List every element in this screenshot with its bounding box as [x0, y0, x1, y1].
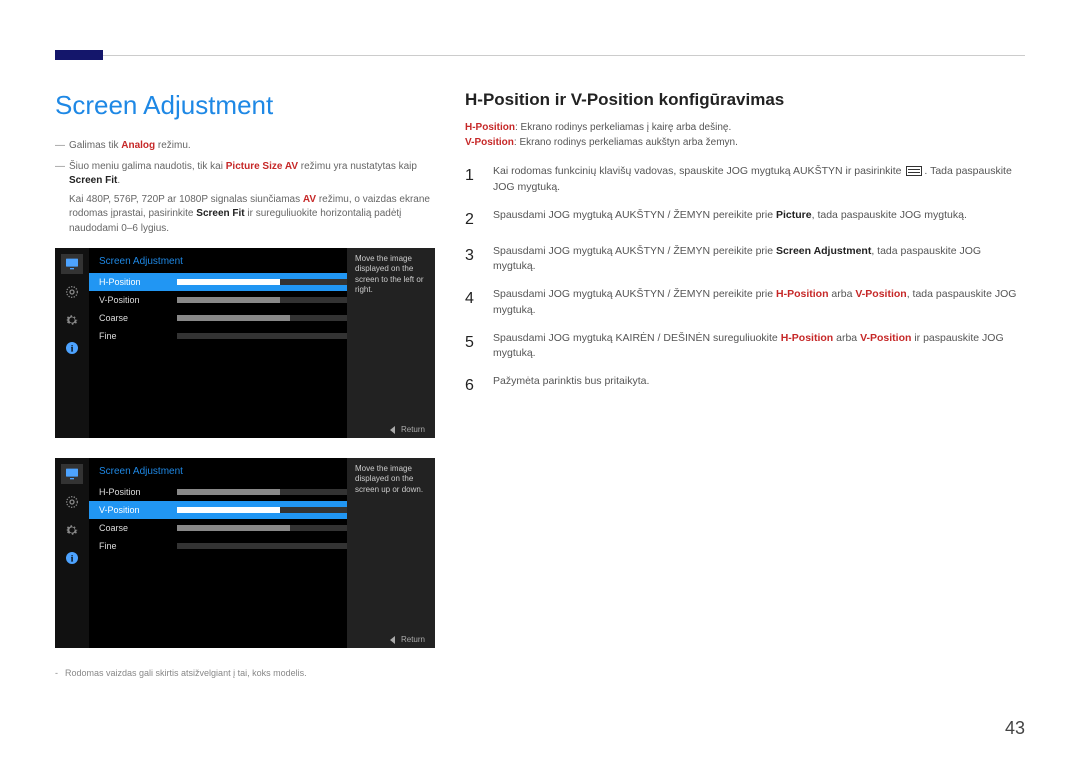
step-number: 3: [465, 244, 479, 276]
osd-row-label: H-Position: [99, 277, 169, 287]
page-number: 43: [1005, 718, 1025, 739]
return-label: Return: [401, 425, 425, 434]
step-5: 5 Spausdami JOG mygtuką KAIRĖN / DEŠINĖN …: [465, 331, 1025, 363]
step-6: 6 Pažymėta parinktis bus pritaikyta.: [465, 374, 1025, 398]
section-subtitle: H-Position ir V-Position konfigūravimas: [465, 90, 1025, 110]
osd-row-label: Fine: [99, 331, 169, 341]
text: Šiuo meniu galima naudotis, tik kai: [69, 161, 226, 172]
text: Kai 480P, 576P, 720P ar 1080P signalas s…: [69, 194, 303, 205]
av-label: AV: [303, 194, 316, 205]
picture-size-av-label: Picture Size AV: [226, 161, 298, 172]
steps-list: 1 Kai rodomas funkcinių klavišų vadovas, …: [465, 164, 1025, 398]
analog-label: Analog: [121, 140, 155, 151]
footnote: Rodomas vaizdas gali skirtis atsižvelgia…: [55, 668, 435, 678]
step-3: 3 Spausdami JOG mygtuką AUKŠTYN / ŽEMYN p…: [465, 244, 1025, 276]
page-title: Screen Adjustment: [55, 90, 435, 121]
vposition-term: V-Position: [465, 137, 514, 148]
monitor-icon: [61, 464, 83, 484]
monitor-icon: [61, 254, 83, 274]
hposition-term: H-Position: [465, 122, 515, 133]
step-number: 5: [465, 331, 479, 363]
osd-sidebar: i: [55, 248, 89, 438]
osd-footer: Return: [390, 421, 425, 438]
step-text: Spausdami JOG mygtuką AUKŠTYN / ŽEMYN pe…: [493, 244, 1025, 276]
right-column: H-Position ir V-Position konfigūravimas …: [465, 90, 1025, 678]
step-number: 2: [465, 208, 479, 232]
text: režimu yra nustatytas kaip: [298, 161, 417, 172]
svg-text:i: i: [71, 554, 74, 564]
gear-icon: [61, 310, 83, 330]
osd-row-label: Fine: [99, 541, 169, 551]
dot-circle-icon: [61, 282, 83, 302]
text: : Ekrano rodinys perkeliamas į kairę arb…: [515, 122, 731, 133]
triangle-left-icon: [390, 426, 395, 434]
note-analog: Galimas tik Analog režimu.: [55, 139, 435, 154]
text: : Ekrano rodinys perkeliamas aukštyn arb…: [514, 137, 738, 148]
return-label: Return: [401, 635, 425, 644]
step-2: 2 Spausdami JOG mygtuką AUKŠTYN / ŽEMYN p…: [465, 208, 1025, 232]
info-icon: i: [61, 548, 83, 568]
dot-circle-icon: [61, 492, 83, 512]
svg-text:i: i: [71, 344, 74, 354]
gear-icon: [61, 520, 83, 540]
note-picture-size: Šiuo meniu galima naudotis, tik kai Pict…: [55, 160, 435, 237]
screen-fit-label: Screen Fit: [69, 175, 117, 186]
left-column: Screen Adjustment Galimas tik Analog rež…: [55, 90, 435, 678]
osd-row-label: V-Position: [99, 295, 169, 305]
text: Galimas tik: [69, 140, 121, 151]
osd-main: Screen Adjustment H-Position 50V-Positio…: [89, 248, 435, 438]
osd-sidebar: i: [55, 458, 89, 648]
step-text: Kai rodomas funkcinių klavišų vadovas, s…: [493, 164, 1025, 196]
definitions: H-Position: Ekrano rodinys perkeliamas į…: [465, 120, 1025, 150]
step-number: 4: [465, 287, 479, 319]
osd-footer: Return: [390, 631, 425, 648]
osd-screenshot-vposition: i Screen Adjustment H-Position 50V-Posit…: [55, 458, 435, 648]
step-text: Pažymėta parinktis bus pritaikyta.: [493, 374, 1025, 398]
step-text: Spausdami JOG mygtuką AUKŠTYN / ŽEMYN pe…: [493, 208, 1025, 232]
step-number: 1: [465, 164, 479, 196]
osd-main: Screen Adjustment H-Position 50V-Positio…: [89, 458, 435, 648]
top-rule-accent: [55, 50, 103, 60]
osd-row-label: Coarse: [99, 523, 169, 533]
screen-fit-label: Screen Fit: [196, 208, 244, 219]
text: .: [117, 175, 120, 186]
step-1: 1 Kai rodomas funkcinių klavišų vadovas, …: [465, 164, 1025, 196]
step-number: 6: [465, 374, 479, 398]
osd-row-label: Coarse: [99, 313, 169, 323]
osd-screenshot-hposition: i Screen Adjustment H-Position 50V-Posit…: [55, 248, 435, 438]
osd-row-label: V-Position: [99, 505, 169, 515]
menu-icon: [906, 166, 922, 176]
text: režimu.: [155, 140, 191, 151]
triangle-left-icon: [390, 636, 395, 644]
osd-tooltip: Move the image displayed on the screen u…: [347, 458, 435, 648]
step-text: Spausdami JOG mygtuką AUKŠTYN / ŽEMYN pe…: [493, 287, 1025, 319]
info-icon: i: [61, 338, 83, 358]
osd-tooltip: Move the image displayed on the screen t…: [347, 248, 435, 438]
step-4: 4 Spausdami JOG mygtuką AUKŠTYN / ŽEMYN p…: [465, 287, 1025, 319]
top-rule: [55, 55, 1025, 56]
step-text: Spausdami JOG mygtuką KAIRĖN / DEŠINĖN s…: [493, 331, 1025, 363]
osd-row-label: H-Position: [99, 487, 169, 497]
sub-note: Kai 480P, 576P, 720P ar 1080P signalas s…: [69, 193, 435, 237]
